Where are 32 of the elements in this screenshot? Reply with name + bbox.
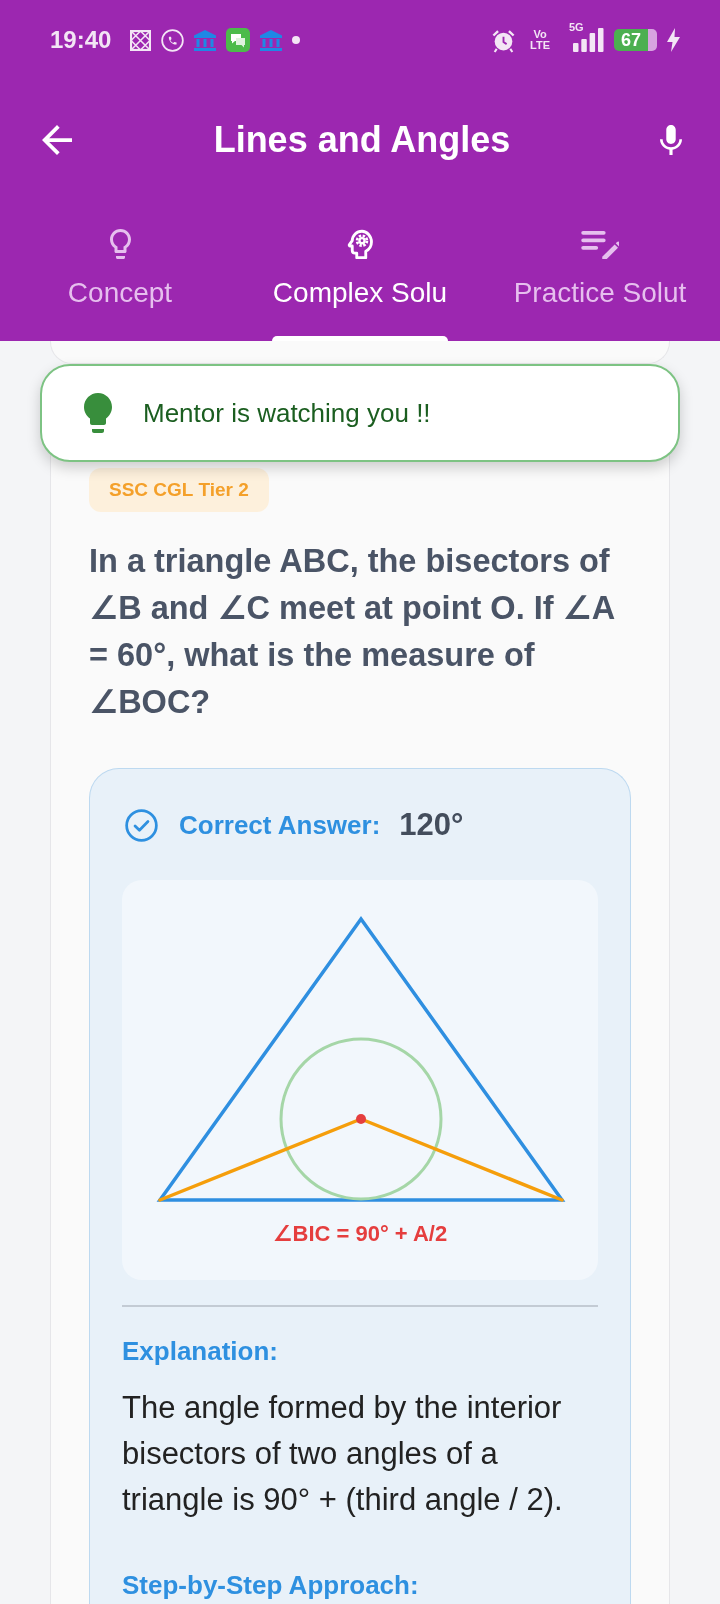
grid-square-icon xyxy=(130,29,152,51)
explanation-text: The angle formed by the interior bisectors of two angles of a triangle is 90° + (third angle / 2). xyxy=(122,1388,564,1519)
steps-heading: Step-by-Step Approach: xyxy=(122,1568,420,1601)
network-type: 5G xyxy=(569,22,584,33)
status-time: 19:40 xyxy=(50,26,112,54)
battery-indicator: 67 xyxy=(614,29,657,51)
lightbulb-icon xyxy=(84,393,112,433)
volte-indicator: Vo LTE xyxy=(529,29,551,51)
screen-title: Lines and Angles xyxy=(213,118,511,162)
toast-message: Mentor is watching you !! xyxy=(143,397,431,429)
question-text: In a triangle ABC, the bisectors of ∠B and ∠C meet at point O. If ∠A = 60°, what is the measure of ∠BOC? xyxy=(89,542,616,722)
tab[interactable]: Complex Solu xyxy=(240,200,480,341)
exam-tag: SSC CGL Tier 2 xyxy=(89,468,269,512)
notes-pencil-icon xyxy=(581,229,619,259)
tab[interactable]: Practice Solut xyxy=(480,200,720,341)
back-arrow-icon[interactable] xyxy=(42,125,72,155)
charging-bolt-icon xyxy=(667,28,680,52)
correct-answer-value: 120° xyxy=(399,807,464,843)
head-gear-icon xyxy=(346,229,374,259)
chat-bubbles-icon xyxy=(226,28,251,52)
dot-icon xyxy=(292,36,301,44)
microphone-icon[interactable] xyxy=(660,125,682,155)
correct-answer-label: Correct Answer: xyxy=(179,809,381,841)
phone-icon xyxy=(161,28,185,52)
explanation-heading: Explanation: xyxy=(122,1334,279,1367)
diagram-formula: ∠BIC = 90° + A/2 xyxy=(272,1220,448,1248)
lightbulb-icon xyxy=(109,229,131,259)
incenter-point xyxy=(355,1114,366,1124)
bank-icon xyxy=(260,29,283,51)
check-circle-icon xyxy=(125,808,158,842)
bank-icon xyxy=(194,29,217,51)
tab[interactable]: Concept xyxy=(0,200,240,341)
